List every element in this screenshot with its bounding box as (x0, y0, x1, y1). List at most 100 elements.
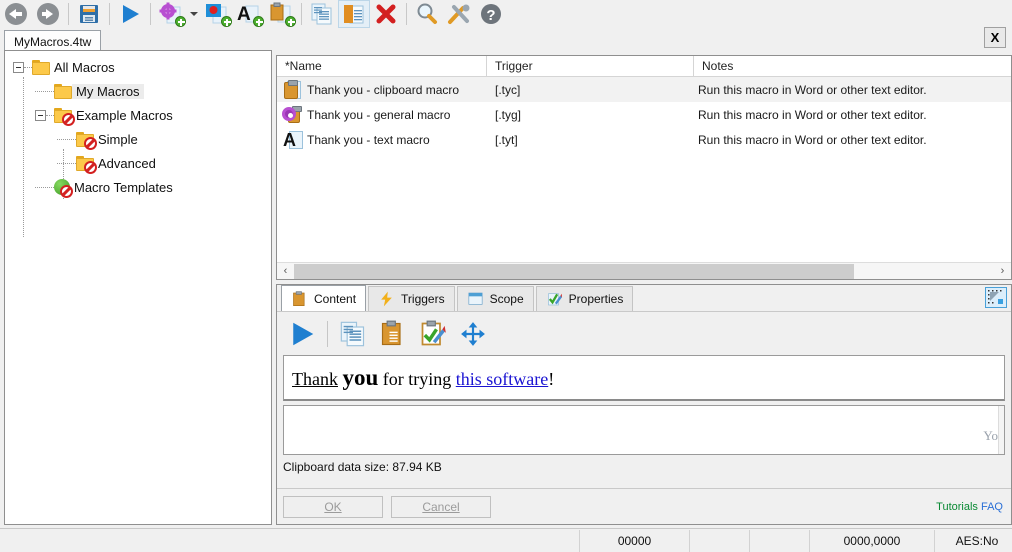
file-tab[interactable]: MyMacros.4tw (4, 30, 102, 50)
scrollbar-thumb[interactable] (294, 263, 854, 279)
macro-list-panel[interactable]: *Name Trigger Notes Thank you - clipboar… (276, 55, 1012, 280)
column-header-name[interactable]: *Name (277, 56, 487, 77)
toolbar-divider (301, 3, 302, 25)
macro-detail-panel: Content Triggers Scope Properties Thank … (276, 284, 1012, 525)
tree-guide-line (35, 186, 54, 188)
status-bar: 000000000,0000AES:NoKC:18 (0, 528, 1012, 552)
delete-button[interactable] (370, 0, 402, 28)
tab-label: Content (314, 291, 357, 306)
status-panel-4: 0000,0000 (810, 529, 935, 552)
scroll-left-button[interactable]: ‹ (277, 263, 294, 280)
secondary-text-area[interactable]: Yo (283, 405, 1005, 455)
scroll-right-button[interactable]: › (994, 263, 1011, 280)
tree-item-label: My Macros (72, 83, 144, 99)
tab-properties[interactable]: Properties (535, 286, 634, 311)
forward-button[interactable] (32, 0, 64, 28)
table-row[interactable]: Thank you - general macro [.tyg] Run this … (277, 102, 1011, 127)
tab-label: Triggers (401, 292, 445, 306)
table-row[interactable]: A Thank you - text macro [.tyt] Run this ma… (277, 127, 1011, 152)
table-row[interactable]: Thank you - clipboard macro [.tyc] Run thi… (277, 77, 1011, 102)
edit-clipboard-button[interactable] (414, 315, 452, 353)
window-icon (467, 291, 485, 307)
paste-clipboard-button[interactable] (374, 315, 412, 353)
file-tab-label: MyMacros.4tw (14, 35, 92, 49)
cancel-button-label: Cancel (422, 499, 460, 514)
tree-guide-line (57, 162, 76, 164)
secondary-vertical-scrollbar[interactable] (998, 406, 1004, 454)
rich-text-line: Thank you for trying this software! (292, 365, 554, 391)
forward-icon (37, 3, 59, 25)
move-button[interactable] (454, 315, 492, 353)
gear-icon (281, 105, 303, 125)
content-run-button[interactable] (283, 315, 321, 353)
cell-notes: Run this macro in Word or other text edi… (698, 132, 927, 147)
ok-button-label: OK (324, 499, 342, 514)
tools-icon (448, 4, 470, 24)
ok-button[interactable]: OK (283, 495, 383, 518)
secondary-ghost-text: Yo (983, 428, 998, 443)
toolbar-divider (150, 3, 151, 25)
help-button[interactable]: ? (475, 0, 507, 28)
close-button[interactable]: X (984, 27, 1006, 48)
tree-item-all-macros[interactable]: All Macros (5, 55, 271, 79)
rich-text-editor[interactable]: Thank you for trying this software! (283, 355, 1005, 401)
macro-name-label: Thank you - text macro (307, 132, 430, 147)
column-header-trigger[interactable]: Trigger (487, 56, 694, 77)
add-recorded-macro-button[interactable] (201, 0, 233, 28)
pencil-icon (546, 291, 564, 307)
content-copy-button[interactable] (334, 315, 372, 353)
run-button[interactable] (114, 0, 146, 28)
macro-tree-panel[interactable]: All Macros My Macros Example Macros Simple A… (4, 50, 272, 525)
back-button[interactable] (0, 0, 32, 28)
search-icon (417, 3, 437, 24)
paste-button[interactable] (338, 0, 370, 28)
tutorials-link[interactable]: Tutorials (936, 501, 978, 513)
tab-triggers[interactable]: Triggers (368, 286, 455, 311)
disabled-badge-icon (84, 160, 97, 174)
tree-item-my-macros[interactable]: My Macros (5, 79, 271, 103)
rich-text-part2: you (342, 364, 379, 390)
status-panel-5: AES:No (935, 530, 1012, 552)
column-header-notes[interactable]: Notes (694, 56, 1011, 77)
tab-content[interactable]: Content (281, 285, 367, 311)
copy-content-icon (340, 321, 365, 346)
content-toolbar (277, 311, 1011, 355)
status-panel-3 (750, 529, 810, 552)
tree-item-macro-templates[interactable]: Macro Templates (5, 175, 271, 199)
tree-expander[interactable] (35, 109, 46, 121)
tree-item-simple[interactable]: Simple (5, 127, 271, 151)
tree-item-advanced[interactable]: Advanced (5, 151, 271, 175)
tree-item-example-macros[interactable]: Example Macros (5, 103, 271, 127)
add-general-macro-button[interactable] (155, 0, 187, 28)
list-horizontal-scrollbar[interactable]: ‹ › (277, 262, 1011, 279)
rich-text-link[interactable]: this software (456, 369, 548, 389)
tab-label: Scope (489, 292, 524, 306)
disabled-badge-icon (62, 112, 75, 126)
toolbar-divider (406, 3, 407, 25)
tree-guide-line (24, 66, 32, 68)
add-text-macro-button[interactable]: A (233, 0, 265, 28)
rich-text-part3: for trying (382, 368, 452, 389)
save-button[interactable] (73, 0, 105, 28)
macro-name-label: Thank you - general macro (307, 107, 451, 122)
dialog-button-row: OK Cancel Tutorials FAQ (277, 488, 1011, 524)
tree-item-label: Macro Templates (74, 179, 173, 195)
rich-text-part4: ! (548, 368, 555, 389)
search-button[interactable] (411, 0, 443, 28)
add-clipboard-macro-button[interactable] (265, 0, 297, 28)
expand-panel-button[interactable] (985, 287, 1007, 308)
cancel-button[interactable]: Cancel (391, 495, 491, 518)
tree-expander[interactable] (13, 61, 24, 73)
chevron-down-icon (190, 12, 198, 16)
run-icon (123, 5, 139, 23)
cell-trigger: [.tyc] (495, 82, 521, 97)
tools-button[interactable] (443, 0, 475, 28)
delete-icon (376, 4, 396, 24)
cell-trigger: [.tyg] (495, 107, 522, 122)
tab-scope[interactable]: Scope (456, 286, 534, 311)
copy-button[interactable] (306, 0, 338, 28)
faq-link[interactable]: FAQ (981, 501, 1003, 513)
scrollbar-track[interactable] (294, 263, 994, 280)
list-header-row: *Name Trigger Notes (277, 56, 1011, 77)
add-macro-dropdown[interactable] (187, 0, 201, 28)
